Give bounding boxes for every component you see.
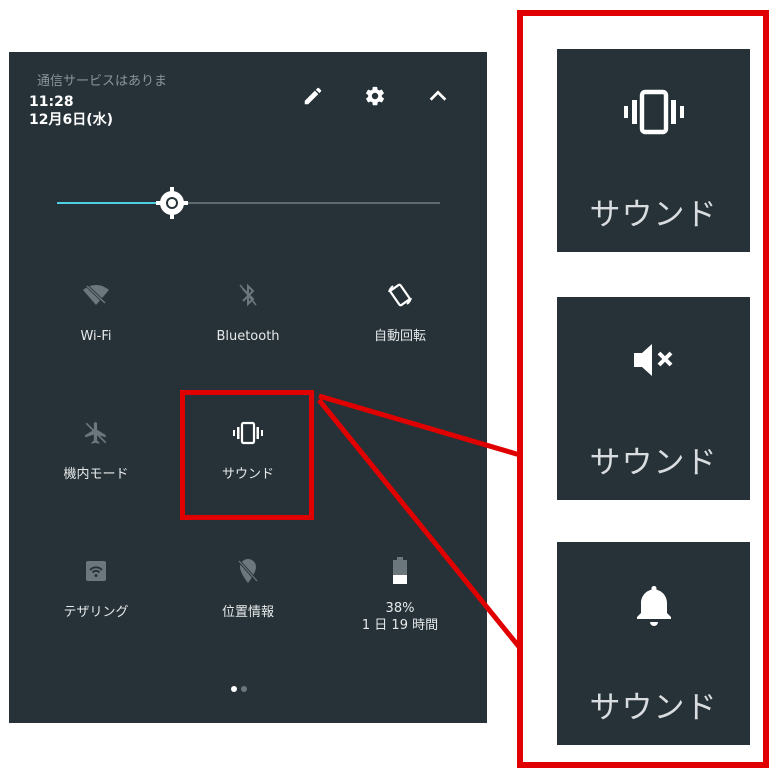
sound-card-vibrate: サウンド	[557, 49, 750, 252]
bell-icon	[557, 580, 750, 630]
sound-card-mute: サウンド	[557, 297, 750, 500]
vibrate-icon	[557, 87, 750, 137]
mute-icon	[557, 335, 750, 385]
sound-card-label: サウンド	[589, 197, 718, 233]
sound-card-label: サウンド	[589, 690, 718, 726]
sound-card-ring: サウンド	[557, 542, 750, 745]
sound-card-label: サウンド	[589, 445, 718, 481]
